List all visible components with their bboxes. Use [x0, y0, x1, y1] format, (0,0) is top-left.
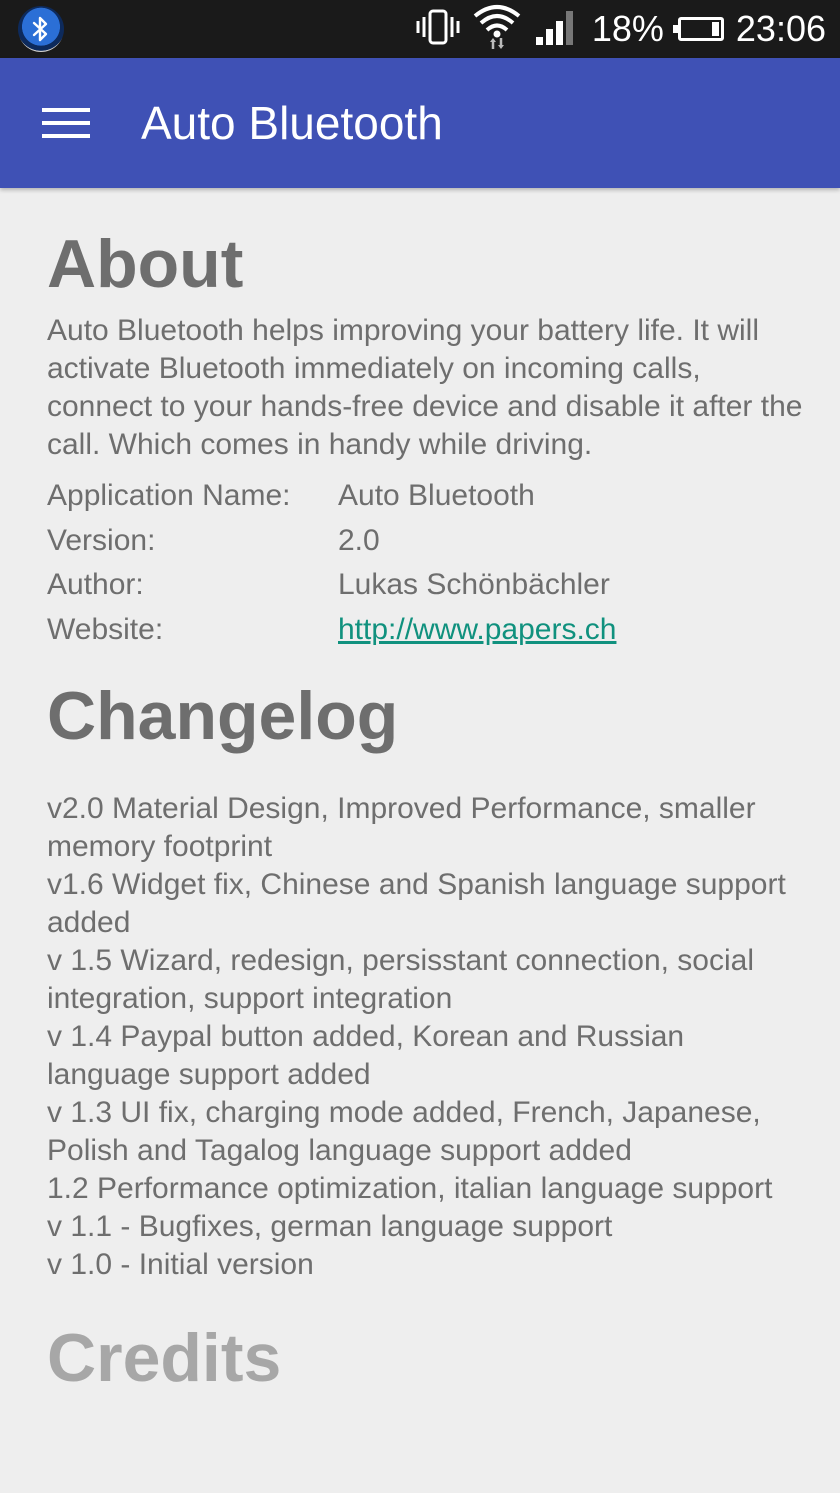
app-bar: Auto Bluetooth	[0, 58, 840, 188]
changelog-entry: v 1.1 - Bugfixes, german language suppor…	[47, 1210, 613, 1243]
info-row-app-name: Application Name: Auto Bluetooth	[47, 474, 807, 519]
battery-percent: 18%	[591, 8, 664, 49]
about-heading: About	[47, 226, 244, 302]
vibrate-icon	[416, 7, 460, 51]
changelog-entry: v 1.4 Paypal button added, Korean and Ru…	[47, 1020, 685, 1091]
status-bar: 18% 23:06	[0, 0, 840, 58]
changelog-entry: v 1.0 - Initial version	[47, 1248, 314, 1281]
info-label: Author:	[47, 568, 144, 601]
info-label: Website:	[47, 612, 164, 646]
changelog-list: v2.0 Material Design, Improved Performan…	[47, 790, 807, 1284]
changelog-entry: v 1.5 Wizard, redesign, persisstant conn…	[47, 944, 755, 1015]
changelog-entry: 1.2 Performance optimization, italian la…	[47, 1172, 773, 1205]
about-content[interactable]: About Auto Bluetooth helps improving you…	[47, 188, 807, 1396]
app-info-table: Application Name: Auto Bluetooth Version…	[47, 474, 807, 652]
info-value: Auto Bluetooth	[338, 479, 535, 512]
hamburger-menu-icon	[42, 108, 90, 138]
scroll-fade	[0, 1440, 840, 1493]
changelog-entry: v2.0 Material Design, Improved Performan…	[47, 792, 756, 863]
clock: 23:06	[735, 8, 826, 49]
info-label: Version:	[47, 523, 156, 557]
credits-heading: Credits	[47, 1320, 282, 1396]
wifi-icon	[472, 4, 522, 54]
changelog-heading: Changelog	[47, 678, 399, 754]
battery-icon	[672, 17, 724, 41]
changelog-entry: v 1.3 UI fix, charging mode added, Frenc…	[47, 1096, 761, 1167]
info-value: 2.0	[338, 523, 380, 557]
website-link[interactable]: http://www.papers.ch	[338, 608, 616, 653]
about-description: Auto Bluetooth helps improving your batt…	[47, 314, 803, 461]
info-label: Application Name:	[47, 479, 291, 512]
info-row-website: Website: http://www.papers.ch	[47, 608, 807, 653]
app-title: Auto Bluetooth	[141, 97, 443, 149]
bluetooth-notification-icon	[18, 6, 64, 52]
cell-signal-icon	[534, 7, 580, 51]
info-row-version: Version: 2.0	[47, 519, 807, 564]
info-row-author: Author: Lukas Schönbächler	[47, 563, 807, 608]
info-value: Lukas Schönbächler	[338, 568, 610, 601]
menu-button[interactable]	[28, 92, 104, 154]
changelog-entry: v1.6 Widget fix, Chinese and Spanish lan…	[47, 868, 786, 939]
